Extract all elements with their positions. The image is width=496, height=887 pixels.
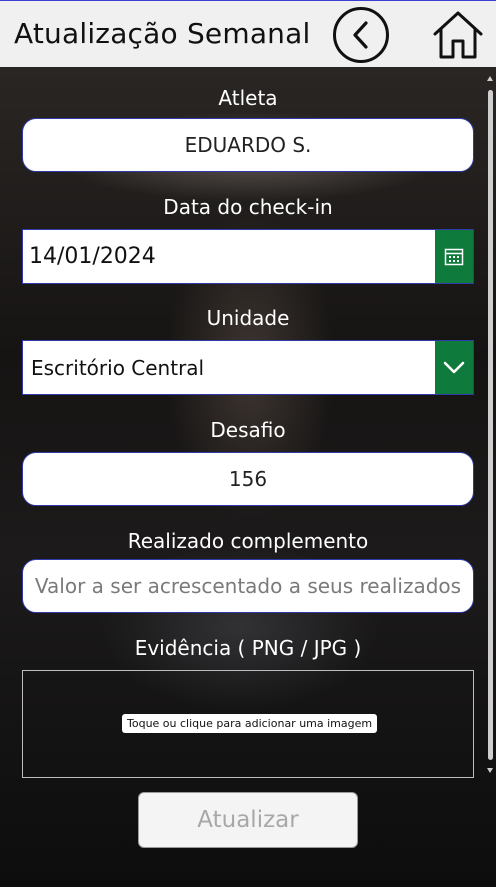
chevron-down-icon xyxy=(443,361,465,373)
checkin-date-label: Data do check-in xyxy=(163,195,333,219)
calendar-icon xyxy=(444,248,464,265)
unit-dropdown[interactable]: Escritório Central xyxy=(22,340,474,395)
athlete-label: Atleta xyxy=(218,86,278,110)
scroll-down-icon[interactable] xyxy=(487,768,493,773)
upload-hint[interactable]: Toque ou clique para adicionar uma image… xyxy=(122,714,378,733)
unit-label: Unidade xyxy=(206,306,290,330)
image-upload-area[interactable]: Toque ou clique para adicionar uma image… xyxy=(22,670,474,778)
back-button[interactable] xyxy=(333,7,389,63)
app-header: Atualização Semanal xyxy=(0,0,496,67)
complement-input[interactable]: Valor a ser acrescentado a seus realizad… xyxy=(22,559,474,613)
checkin-date-picker[interactable]: 14/01/2024 xyxy=(22,229,474,284)
home-button[interactable] xyxy=(430,7,486,63)
dropdown-toggle[interactable] xyxy=(435,341,473,394)
page-title: Atualização Semanal xyxy=(14,17,311,50)
chevron-left-icon xyxy=(353,21,368,49)
complement-label: Realizado complemento xyxy=(127,529,369,553)
scroll-up-icon[interactable] xyxy=(487,76,493,81)
update-button[interactable]: Atualizar xyxy=(138,792,358,848)
challenge-field: 156 xyxy=(22,452,474,506)
home-icon xyxy=(433,11,483,59)
calendar-button[interactable] xyxy=(435,230,473,283)
unit-selected-value[interactable]: Escritório Central xyxy=(23,356,435,380)
athlete-field: EDUARDO S. xyxy=(22,118,474,172)
checkin-date-value[interactable]: 14/01/2024 xyxy=(23,244,435,269)
evidence-label: Evidência ( PNG / JPG ) xyxy=(134,636,362,660)
challenge-label: Desafio xyxy=(210,418,286,442)
